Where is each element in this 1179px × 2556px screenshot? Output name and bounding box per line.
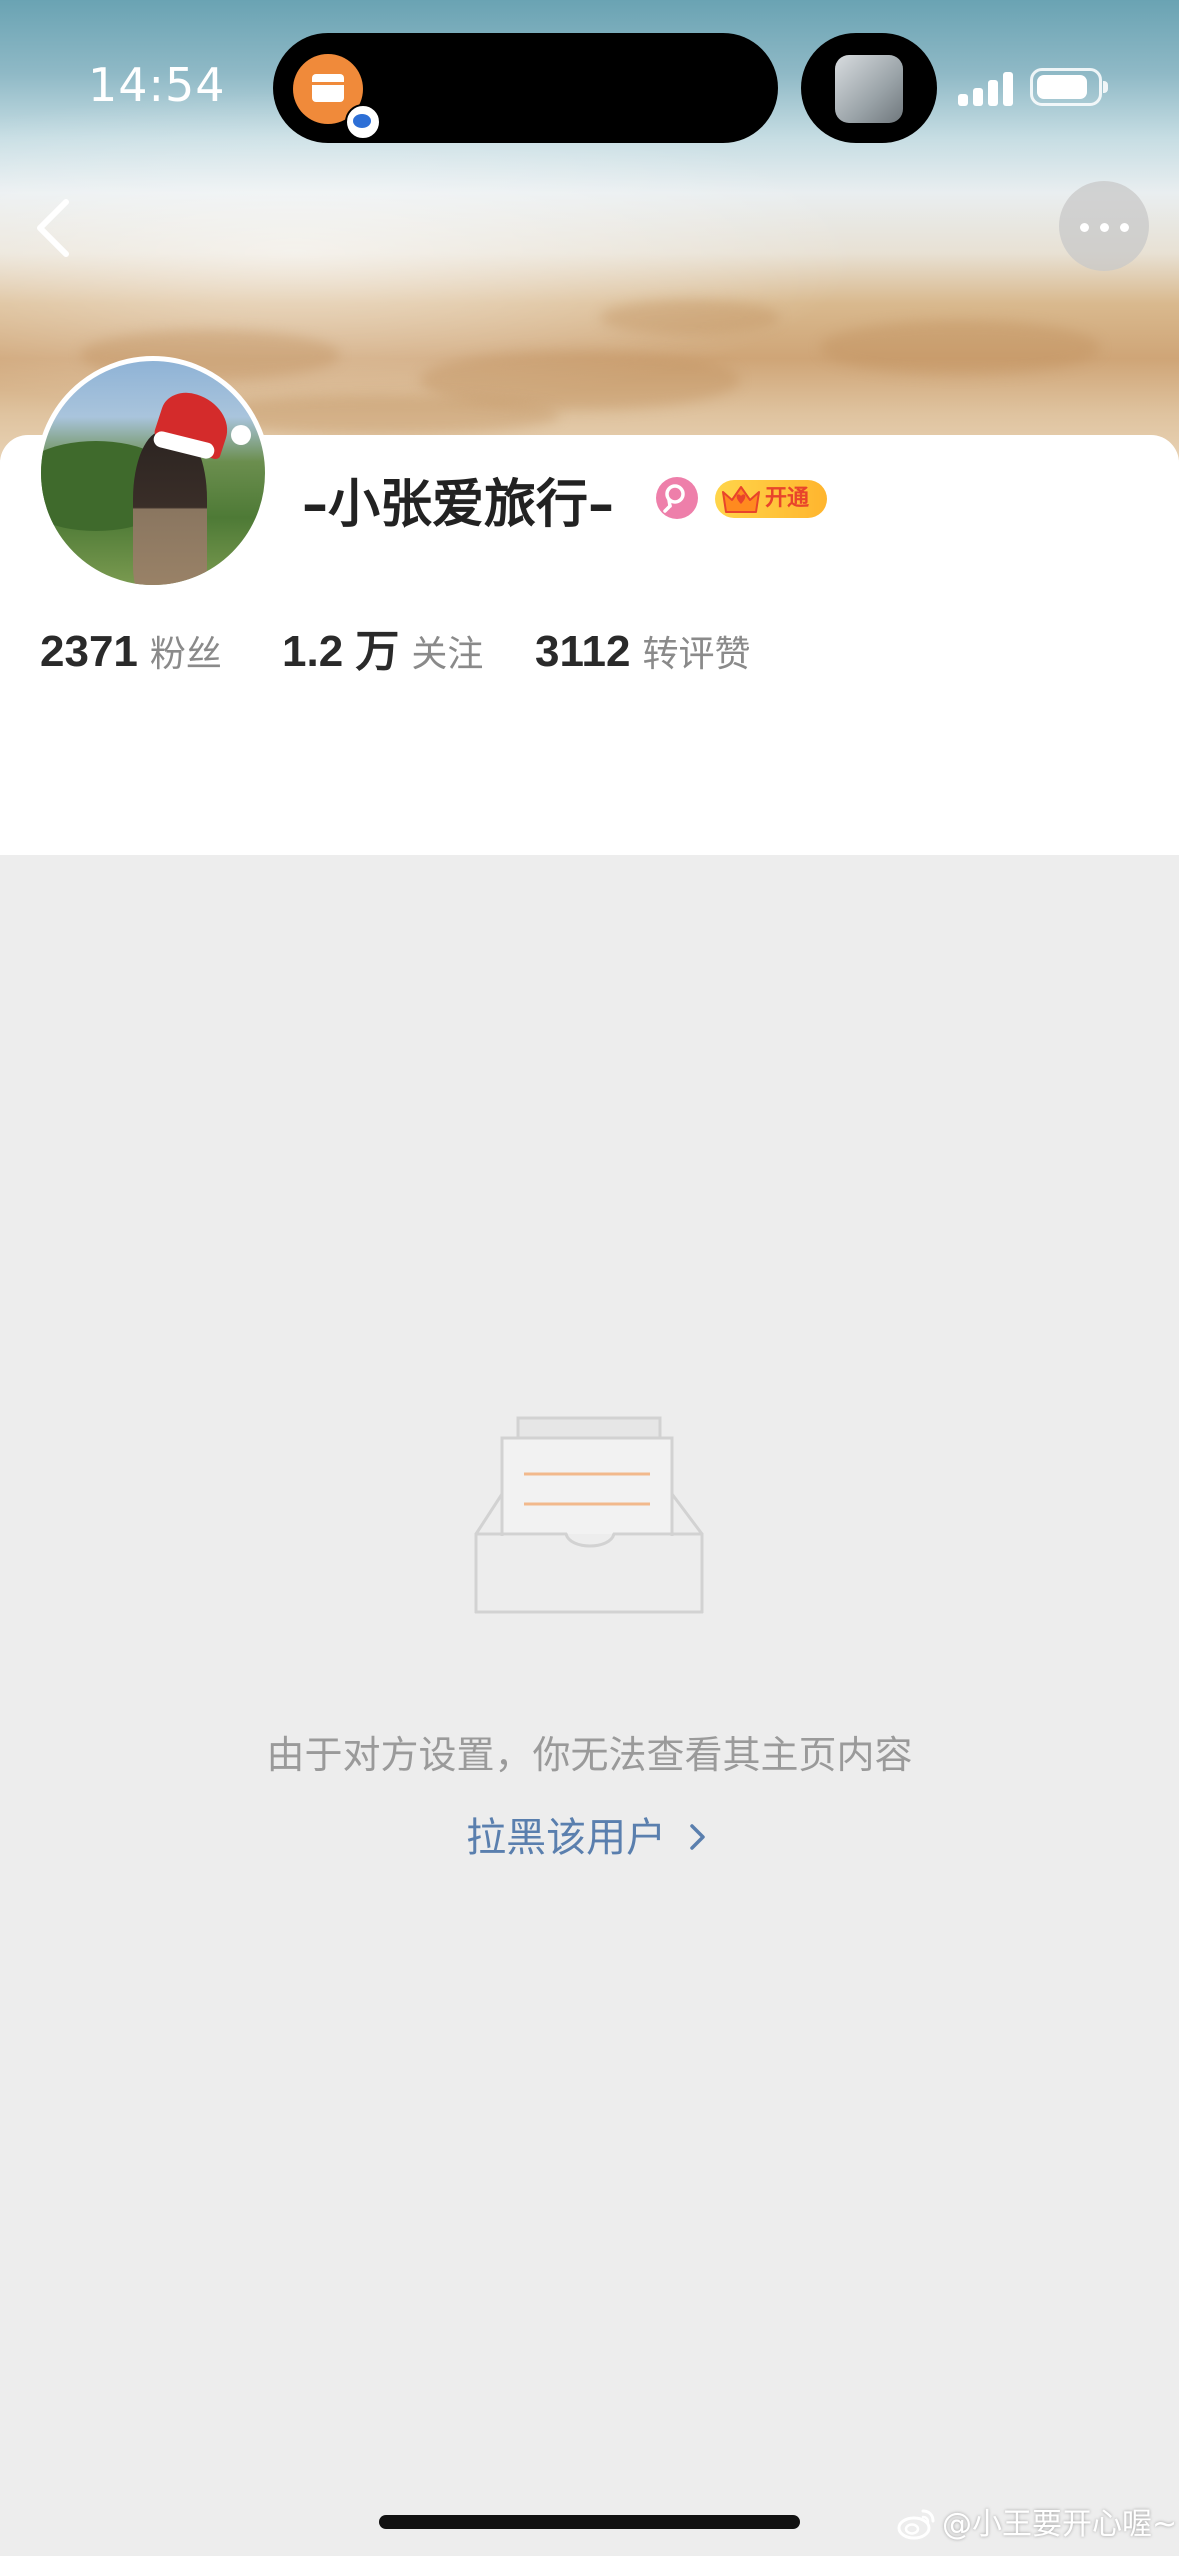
chevron-right-icon xyxy=(690,1824,705,1850)
back-button[interactable] xyxy=(26,188,106,268)
weibo-logo-icon xyxy=(897,2509,935,2540)
female-gender-icon xyxy=(656,477,698,519)
vip-open-label: 开通 xyxy=(765,486,810,511)
followers-count: 2371 xyxy=(40,627,138,676)
following-count: 1.2 万 xyxy=(282,627,400,676)
interactions-label: 转评赞 xyxy=(642,634,751,675)
following-label: 关注 xyxy=(411,634,484,675)
cellular-signal-icon xyxy=(958,70,1014,106)
restricted-content-message: 由于对方设置，你无法查看其主页内容 xyxy=(266,1733,913,1777)
battery-icon xyxy=(1030,68,1108,106)
block-user-label: 拉黑该用户 xyxy=(466,1815,667,1861)
calendar-app-icon xyxy=(293,54,381,140)
interactions-count: 3112 xyxy=(535,627,631,676)
crown-icon xyxy=(722,486,760,513)
home-indicator[interactable] xyxy=(379,2515,800,2529)
watermark-text: @小王要开心喔~ xyxy=(942,2507,1178,2542)
dynamic-island-media[interactable] xyxy=(801,33,937,143)
status-bar-time: 14:54 xyxy=(88,58,226,112)
vip-open-badge[interactable]: 开通 xyxy=(715,480,827,518)
followers-label: 粉丝 xyxy=(149,634,222,675)
empty-inbox-icon xyxy=(474,1416,704,1614)
bird-app-badge-icon xyxy=(345,104,381,140)
media-thumbnail xyxy=(835,55,903,123)
following-stat[interactable]: 1.2 万关注 xyxy=(282,622,483,682)
block-user-link[interactable]: 拉黑该用户 xyxy=(0,1808,1179,1868)
dynamic-island[interactable] xyxy=(273,33,778,143)
more-icon xyxy=(1080,223,1089,232)
interactions-stat[interactable]: 3112 转评赞 xyxy=(535,622,750,682)
username: –小张爱旅行– xyxy=(302,475,615,535)
avatar[interactable] xyxy=(36,356,270,590)
more-options-button[interactable] xyxy=(1059,181,1149,271)
followers-stat[interactable]: 2371 粉丝 xyxy=(40,622,222,682)
chevron-left-icon xyxy=(37,199,69,257)
